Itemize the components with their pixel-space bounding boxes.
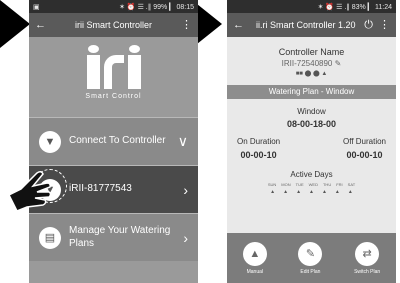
back-icon[interactable]: ← [233, 19, 244, 31]
drop-icon[interactable]: ▲ [270, 189, 275, 195]
app-toolbar: ← irii Smart Controller ⋮ [29, 13, 198, 37]
day-sat: SAT [347, 182, 356, 187]
active-days-label: Active Days [290, 170, 333, 179]
day-tue: TUE [295, 182, 304, 187]
switch-plan-label: Switch Plan [354, 268, 381, 275]
connect-to-controller-row[interactable]: ▼ Connect To Controller ∨ [29, 117, 198, 165]
logo: Smart Control [29, 37, 198, 117]
pointing-hand-icon [7, 170, 52, 212]
drop-icon[interactable]: ▲ [309, 189, 314, 195]
drop-icon[interactable]: ▲ [348, 189, 353, 195]
window-label: Window [297, 107, 326, 116]
controller-name-heading: Controller Name [278, 47, 345, 57]
status-indicators: ✶ ⏰ ☰ .∥ 83% ▎ 11:24 [317, 3, 392, 11]
on-duration-label: On Duration [237, 137, 281, 146]
status-bar: ▣ ✶ ⏰ ☰ .∥ 99% ▎ 08:15 [29, 0, 198, 13]
manual-label: Manual [246, 268, 264, 275]
notification-icon: ▣ [33, 3, 40, 11]
drop-icon[interactable]: ▲ [322, 189, 327, 195]
water-drop-icon: ▲ [242, 241, 267, 266]
app-title: ii.ri Smart Controller 1.20 [256, 20, 356, 30]
drop-icon[interactable]: ▲ [296, 189, 301, 195]
drop-icon[interactable]: ▲ [335, 189, 340, 195]
app-toolbar: ← ii.ri Smart Controller 1.20 ⏻ ⋮ [227, 13, 396, 37]
switch-plan-button[interactable]: ⇄ Switch Plan [354, 241, 381, 275]
document-icon: ▤ [39, 226, 61, 249]
irii-logo-mark [86, 44, 141, 89]
day-fri: FRI [336, 182, 343, 187]
status-bar: ✶ ⏰ ☰ .∥ 83% ▎ 11:24 [227, 0, 396, 13]
switch-arrows-icon: ⇄ [355, 241, 380, 266]
power-icon[interactable]: ⏻ [364, 19, 373, 31]
manage-plans-row[interactable]: ▤ Manage Your Watering Plans › [29, 213, 198, 261]
step-arrow-1 [0, 0, 30, 48]
day-wed: WED [308, 182, 318, 187]
day-sun: SUN [267, 182, 277, 187]
status-indicators: ✶ ⏰ ☰ .∥ 99% ▎ 08:15 [119, 3, 194, 11]
bottom-action-bar: ▲ Manual ✎ Edit Plan ⇄ Switch Plan [227, 233, 396, 283]
back-icon[interactable]: ← [35, 19, 46, 31]
edit-plan-button[interactable]: ✎ Edit Plan [298, 241, 323, 275]
controller-id[interactable]: IRII-72540890 ✎ [227, 59, 396, 68]
off-duration-label: Off Duration [343, 137, 386, 146]
device-id-label: iRII-81777543 [69, 183, 132, 195]
connect-label: Connect To Controller [69, 135, 166, 147]
logo-tagline: Smart Control [85, 92, 142, 100]
active-days-block: Active Days SUN MON TUE WED THU FRI SAT … [227, 170, 396, 195]
edit-plan-label: Edit Plan [300, 268, 321, 275]
manual-button[interactable]: ▲ Manual [242, 241, 267, 275]
chevron-right-icon: › [183, 229, 188, 246]
controller-status-icons: ■■ ⬤ ⬤ ▲ [295, 71, 328, 77]
overflow-menu-icon[interactable]: ⋮ [181, 19, 192, 31]
chevron-right-icon: › [183, 181, 188, 198]
window-value: 08-00-18-00 [286, 119, 337, 129]
day-drop-indicators: ▲ ▲ ▲ ▲ ▲ ▲ ▲ [227, 189, 396, 195]
right-phone-screen: ✶ ⏰ ☰ .∥ 83% ▎ 11:24 ← ii.ri Smart Contr… [227, 0, 396, 283]
day-labels: SUN MON TUE WED THU FRI SAT [227, 182, 396, 187]
watering-plan-title: Watering Plan - Window [227, 85, 396, 99]
day-mon: MON [281, 182, 291, 187]
off-duration-block: Off Duration 00-00-10 [343, 137, 386, 160]
on-duration-block: On Duration 00-00-10 [237, 137, 280, 160]
left-phone-screen: ▣ ✶ ⏰ ☰ .∥ 99% ▎ 08:15 ← irii Smart Cont… [29, 0, 198, 283]
manage-label: Manage Your Watering Plans [69, 225, 171, 249]
controller-info: Controller Name IRII-72540890 ✎ ■■ ⬤ ⬤ ▲ [227, 37, 396, 77]
app-title: irii Smart Controller [74, 20, 152, 30]
chevron-down-icon: ∨ [177, 133, 188, 149]
drop-icon[interactable]: ▲ [283, 189, 288, 195]
durations: On Duration 00-00-10 Off Duration 00-00-… [227, 137, 396, 160]
off-duration-value: 00-00-10 [346, 150, 383, 160]
pencil-icon: ✎ [298, 241, 323, 266]
faucet-icon: ▼ [39, 130, 61, 153]
overflow-menu-icon[interactable]: ⋮ [379, 19, 390, 31]
day-thu: THU [322, 182, 332, 187]
on-duration-value: 00-00-10 [240, 150, 277, 160]
window-block: Window 08-00-18-00 [227, 107, 396, 129]
